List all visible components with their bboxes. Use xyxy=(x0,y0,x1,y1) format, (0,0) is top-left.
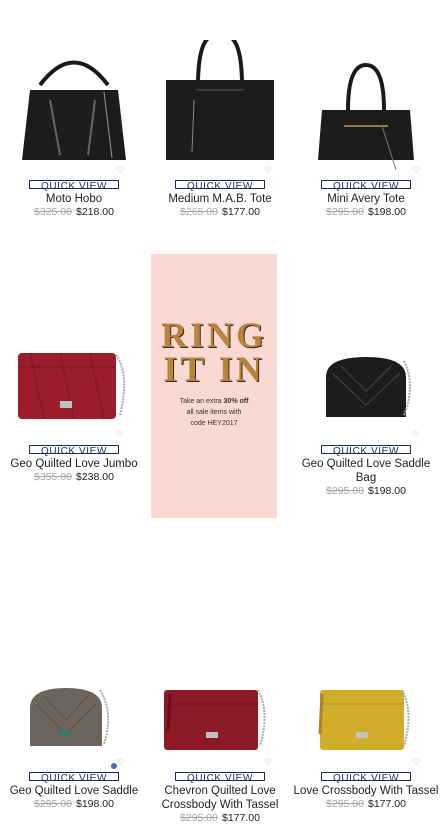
product-price: $295.00 $198.00 xyxy=(292,485,440,497)
product-price: $295.00 $177.00 xyxy=(146,812,294,824)
quick-view-button[interactable]: QUICK VIEW xyxy=(175,180,265,192)
original-price: $295.00 xyxy=(180,812,218,824)
product-card[interactable]: ♡ QUICK VIEW Mini Avery Tote $295.00 $198… xyxy=(292,40,440,218)
product-name[interactable]: Geo Quilted Love Saddle xyxy=(0,784,148,798)
bag-image xyxy=(164,689,266,750)
product-card[interactable]: ♡ QUICK VIEW Love Crossbody With Tassel … xyxy=(292,632,440,810)
promo-banner[interactable]: RING IT IN Take an extra 30% off all sal… xyxy=(151,254,277,518)
original-price: $295.00 xyxy=(326,485,364,497)
product-image[interactable]: ♡ xyxy=(0,632,148,772)
bag-image xyxy=(166,32,274,160)
product-price: $265.00 $177.00 xyxy=(146,206,294,218)
sale-price: $177.00 xyxy=(368,798,406,810)
heart-icon[interactable]: ♡ xyxy=(412,167,420,176)
chat-icon[interactable] xyxy=(111,763,117,769)
heart-icon[interactable]: ♡ xyxy=(116,432,124,441)
product-image[interactable]: ♡ xyxy=(0,305,148,445)
quick-view-button[interactable]: QUICK VIEW xyxy=(321,445,411,457)
bag-image xyxy=(30,688,110,746)
heart-icon[interactable]: ♡ xyxy=(412,432,420,441)
bag-image xyxy=(326,357,411,417)
original-price: $295.00 xyxy=(34,798,72,810)
sale-price: $198.00 xyxy=(368,485,406,497)
product-card[interactable]: ♡ QUICK VIEW Geo Quilted Love Saddle Bag… xyxy=(292,305,440,497)
bag-image xyxy=(22,60,126,160)
quick-view-button[interactable]: QUICK VIEW xyxy=(29,772,119,784)
promo-copy: Take an extra 30% off all sale items wit… xyxy=(151,396,277,429)
product-card[interactable]: ♡ QUICK VIEW Medium M.A.B. Tote $265.00 $… xyxy=(146,32,294,218)
original-price: $295.00 xyxy=(326,798,364,810)
original-price: $355.00 xyxy=(34,471,72,483)
sale-price: $177.00 xyxy=(222,812,260,824)
sale-price: $198.00 xyxy=(76,798,114,810)
bag-image xyxy=(318,689,410,750)
product-card[interactable]: ♡ QUICK VIEW Chevron Quilted Love Crossb… xyxy=(146,632,294,824)
product-image[interactable]: ♡ xyxy=(292,632,440,772)
product-name[interactable]: Love Crossbody With Tassel xyxy=(292,784,440,798)
product-image[interactable]: ♡ xyxy=(146,32,294,180)
product-price: $295.00 $198.00 xyxy=(292,206,440,218)
product-name[interactable]: Medium M.A.B. Tote xyxy=(146,192,294,206)
quick-view-button[interactable]: QUICK VIEW xyxy=(321,772,411,784)
sale-price: $218.00 xyxy=(76,206,114,218)
product-name[interactable]: Mini Avery Tote xyxy=(292,192,440,206)
promo-line-text: Take an extra xyxy=(179,398,224,405)
promo-line: all sale items with xyxy=(186,409,242,416)
heart-icon[interactable]: ♡ xyxy=(116,167,124,176)
heart-icon[interactable]: ♡ xyxy=(264,759,272,768)
product-image[interactable]: ♡ xyxy=(0,40,148,180)
heart-icon[interactable]: ♡ xyxy=(264,167,272,176)
product-card[interactable]: ♡ QUICK VIEW Geo Quilted Love Jumbo $355… xyxy=(0,305,148,483)
promo-line: Take an extra 30% off xyxy=(151,396,277,407)
quick-view-button[interactable]: QUICK VIEW xyxy=(29,180,119,192)
product-name[interactable]: Geo Quilted Love Jumbo xyxy=(0,457,148,471)
product-price: $295.00 $198.00 xyxy=(0,798,148,810)
original-price: $295.00 xyxy=(326,206,364,218)
product-name[interactable]: Chevron Quilted Love Crossbody With Tass… xyxy=(146,784,294,812)
quick-view-button[interactable]: QUICK VIEW xyxy=(321,180,411,192)
promo-discount: 30% off xyxy=(223,398,249,405)
product-image[interactable]: ♡ xyxy=(292,40,440,180)
quick-view-button[interactable]: QUICK VIEW xyxy=(175,772,265,784)
promo-code: code HEY2017 xyxy=(190,420,238,427)
heart-icon[interactable]: ♡ xyxy=(412,759,420,768)
product-image[interactable]: ♡ xyxy=(146,632,294,772)
bag-image xyxy=(318,62,414,171)
quick-view-button[interactable]: QUICK VIEW xyxy=(29,445,119,457)
original-price: $265.00 xyxy=(180,206,218,218)
promo-headline: RING IT IN xyxy=(151,315,277,389)
heart-icon[interactable]: ♡ xyxy=(116,759,124,768)
sale-price: $198.00 xyxy=(368,206,406,218)
product-name[interactable]: Geo Quilted Love Saddle Bag xyxy=(292,457,440,485)
product-image[interactable]: ♡ xyxy=(292,305,440,445)
product-card[interactable]: ♡ QUICK VIEW Geo Quilted Love Saddle $29… xyxy=(0,632,148,810)
promo-headline-line: RING xyxy=(160,315,267,355)
product-price: $325.00 $218.00 xyxy=(0,206,148,218)
bag-image xyxy=(18,352,126,420)
promo-headline-line: IT IN xyxy=(163,349,265,389)
product-card[interactable]: ♡ QUICK VIEW Moto Hobo $325.00 $218.00 xyxy=(0,40,148,218)
product-price: $355.00 $238.00 xyxy=(0,471,148,483)
original-price: $325.00 xyxy=(34,206,72,218)
sale-price: $177.00 xyxy=(222,206,260,218)
sale-price: $238.00 xyxy=(76,471,114,483)
product-price: $295.00 $177.00 xyxy=(292,798,440,810)
product-name[interactable]: Moto Hobo xyxy=(0,192,148,206)
